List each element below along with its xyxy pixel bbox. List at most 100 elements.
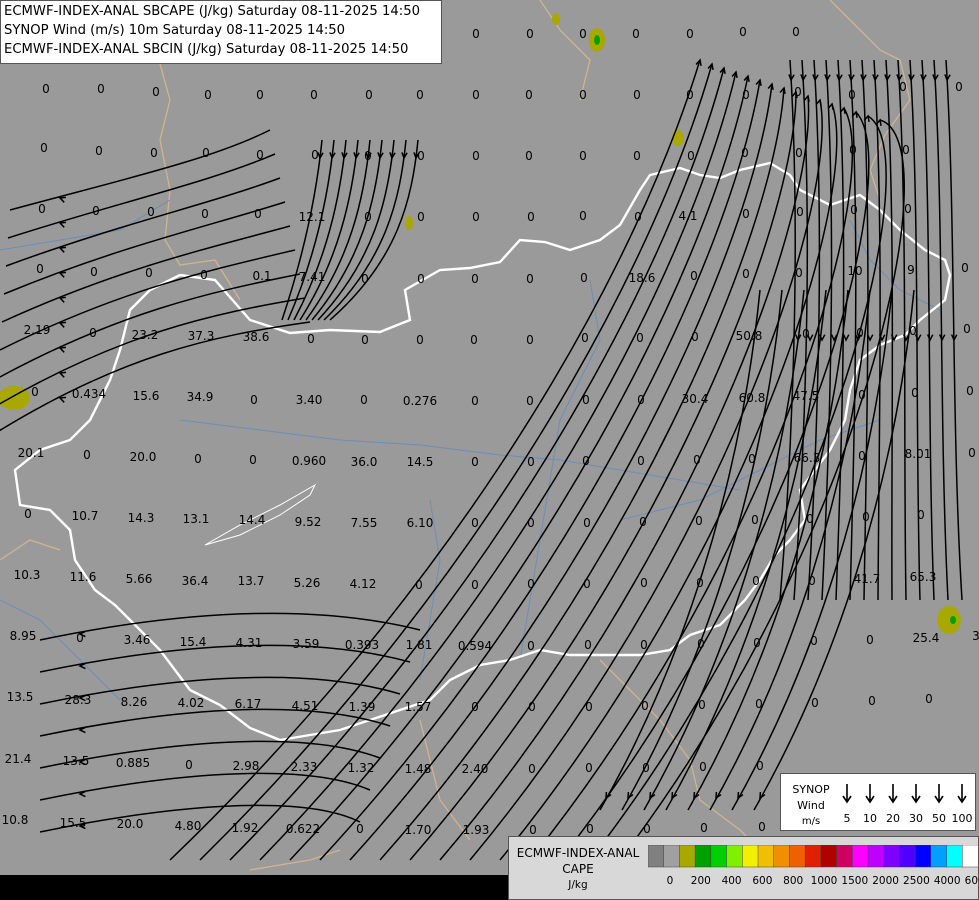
- cape-value-label: 0: [250, 393, 258, 407]
- cape-value-label: 3: [972, 629, 979, 643]
- cape-value-label: 0: [579, 88, 587, 102]
- cape-value-label: 0: [585, 761, 593, 775]
- wind-legend-value: 10: [863, 812, 877, 825]
- cape-value-label: 0: [753, 636, 761, 650]
- cape-value-label: 8.95: [10, 629, 37, 643]
- cape-value-label: 23.2: [132, 328, 159, 342]
- wind-legend-value: 20: [886, 812, 900, 825]
- cape-value-label: 2.19: [24, 323, 51, 337]
- cape-value-label: 0.276: [403, 394, 437, 408]
- wind-legend-value: 30: [909, 812, 923, 825]
- wind-legend-arrow-icon: [911, 784, 921, 804]
- cape-value-label: 0: [470, 333, 478, 347]
- wind-legend-value: 5: [844, 812, 851, 825]
- cape-legend: ECMWF-INDEX-ANAL CAPE J/kg 0 200 400 600 800…: [508, 836, 979, 900]
- cape-value-label: 1.48: [405, 762, 432, 776]
- cape-colorbar-swatch: [679, 845, 696, 868]
- cape-value-label: 0: [526, 394, 534, 408]
- cape-value-label: 0: [697, 637, 705, 651]
- cape-value-label: 0: [527, 639, 535, 653]
- cape-value-label: 0: [961, 261, 969, 275]
- cape-value-label: 0: [527, 455, 535, 469]
- cape-value-label: 0: [147, 205, 155, 219]
- cape-value-label: 0: [641, 699, 649, 713]
- cape-colorbar-tick: 0: [666, 875, 674, 887]
- cape-value-label: 0: [416, 333, 424, 347]
- cape-value-label: 6.17: [235, 697, 262, 711]
- wind-legend-value: 50: [932, 812, 946, 825]
- cape-colorbar-swatch: [836, 845, 853, 868]
- cape-value-label: 0: [810, 634, 818, 648]
- cape-value-label: 0: [24, 507, 32, 521]
- cape-value-label: 0: [40, 141, 48, 155]
- cape-colorbar-tick: 400: [721, 875, 742, 887]
- cape-value-label: 0: [794, 85, 802, 99]
- cape-value-label: 30.4: [682, 392, 709, 406]
- cape-value-label: 0: [307, 332, 315, 346]
- cape-value-label: 0: [579, 149, 587, 163]
- cape-value-label: 0: [92, 204, 100, 218]
- cape-value-label: 0: [527, 577, 535, 591]
- cape-value-label: 0: [416, 88, 424, 102]
- cape-legend-title-1: ECMWF-INDEX-ANAL: [516, 846, 640, 860]
- cape-value-label: 0: [527, 210, 535, 224]
- cape-value-label: 0: [417, 272, 425, 286]
- cape-value-label: 3.46: [124, 633, 151, 647]
- cape-value-label: 7.41: [299, 270, 326, 284]
- header-line-cin: ECMWF-INDEX-ANAL SBCIN (J/kg) Saturday 0…: [4, 42, 409, 57]
- cape-value-label: 5.26: [294, 576, 321, 590]
- cape-value-label: 0.594: [458, 639, 492, 653]
- cape-legend-title-3: J/kg: [568, 879, 588, 891]
- cape-colorbar-tick: 1500: [841, 875, 869, 887]
- cape-colorbar-tick: 1000: [810, 875, 838, 887]
- cape-value-label: 0: [795, 266, 803, 280]
- map-edge-band: [0, 875, 508, 900]
- cape-colorbar-swatch: [883, 845, 900, 868]
- cape-value-label: 0: [742, 88, 750, 102]
- cape-value-label: 37.3: [188, 329, 215, 343]
- cape-value-label: 0: [640, 638, 648, 652]
- cape-value-label: 1.32: [348, 761, 375, 775]
- cape-value-label: 0: [586, 822, 594, 836]
- cape-value-label: 4.12: [350, 577, 377, 591]
- cape-value-label: 0: [911, 386, 919, 400]
- cape-value-label: 0: [311, 148, 319, 162]
- cape-colorbar-tick: 2000: [872, 875, 899, 887]
- cape-colorbar-swatch: [852, 845, 869, 868]
- cape-value-label: 0: [695, 514, 703, 528]
- cape-value-label: 0: [204, 88, 212, 102]
- cape-colorbar-tick: 200: [690, 875, 711, 887]
- weather-map: 0 0 0 0 0 0 0 0 0 0 0 0 0 0 0 0 0 0 0 0 0 0 0 0 0 0 0 0 0 0 0 0 0 0 0 0 0 0 0 0…: [0, 0, 979, 900]
- cape-value-label: 1.93: [463, 823, 490, 837]
- cape-value-label: 0: [698, 698, 706, 712]
- cape-value-label: 66.3: [794, 451, 821, 465]
- cape-value-label: 4.1: [678, 209, 697, 223]
- cape-value-label: 0: [862, 510, 870, 524]
- cape-value-label: 0: [97, 82, 105, 96]
- cape-value-label: 0: [526, 333, 534, 347]
- cape-value-label: 0: [580, 271, 588, 285]
- cape-value-label: 0: [642, 761, 650, 775]
- cape-value-label: 0: [792, 25, 800, 39]
- cape-value-label: 0: [356, 822, 364, 836]
- cape-value-label: 0: [899, 80, 907, 94]
- cape-value-label: 0: [471, 272, 479, 286]
- cape-colorbar-swatch: [710, 845, 728, 868]
- cape-value-label: 0: [525, 88, 533, 102]
- wind-legend: SYNOP Wind m/s 5 10 20 30 50 100: [780, 773, 976, 831]
- wind-legend-value: 100: [952, 812, 973, 825]
- cape-value-label: 10.7: [72, 509, 99, 523]
- cape-value-label: 15.4: [180, 635, 207, 649]
- cape-value-label: 14.4: [239, 513, 266, 527]
- cape-value-label: 34.9: [187, 390, 214, 404]
- cape-value-label: 0: [527, 516, 535, 530]
- cape-colorbar-swatch: [804, 845, 822, 868]
- cape-value-label: 0: [636, 331, 644, 345]
- header-line-cape: ECMWF-INDEX-ANAL SBCAPE (J/kg) Saturday …: [4, 4, 421, 19]
- cape-value-label: 0: [808, 574, 816, 588]
- cape-value-label: 4.31: [236, 636, 263, 650]
- cape-value-label: 0: [963, 322, 971, 336]
- cape-value-label: 14.5: [407, 455, 434, 469]
- cape-value-label: 0: [856, 326, 864, 340]
- cape-value-label: 0: [42, 82, 50, 96]
